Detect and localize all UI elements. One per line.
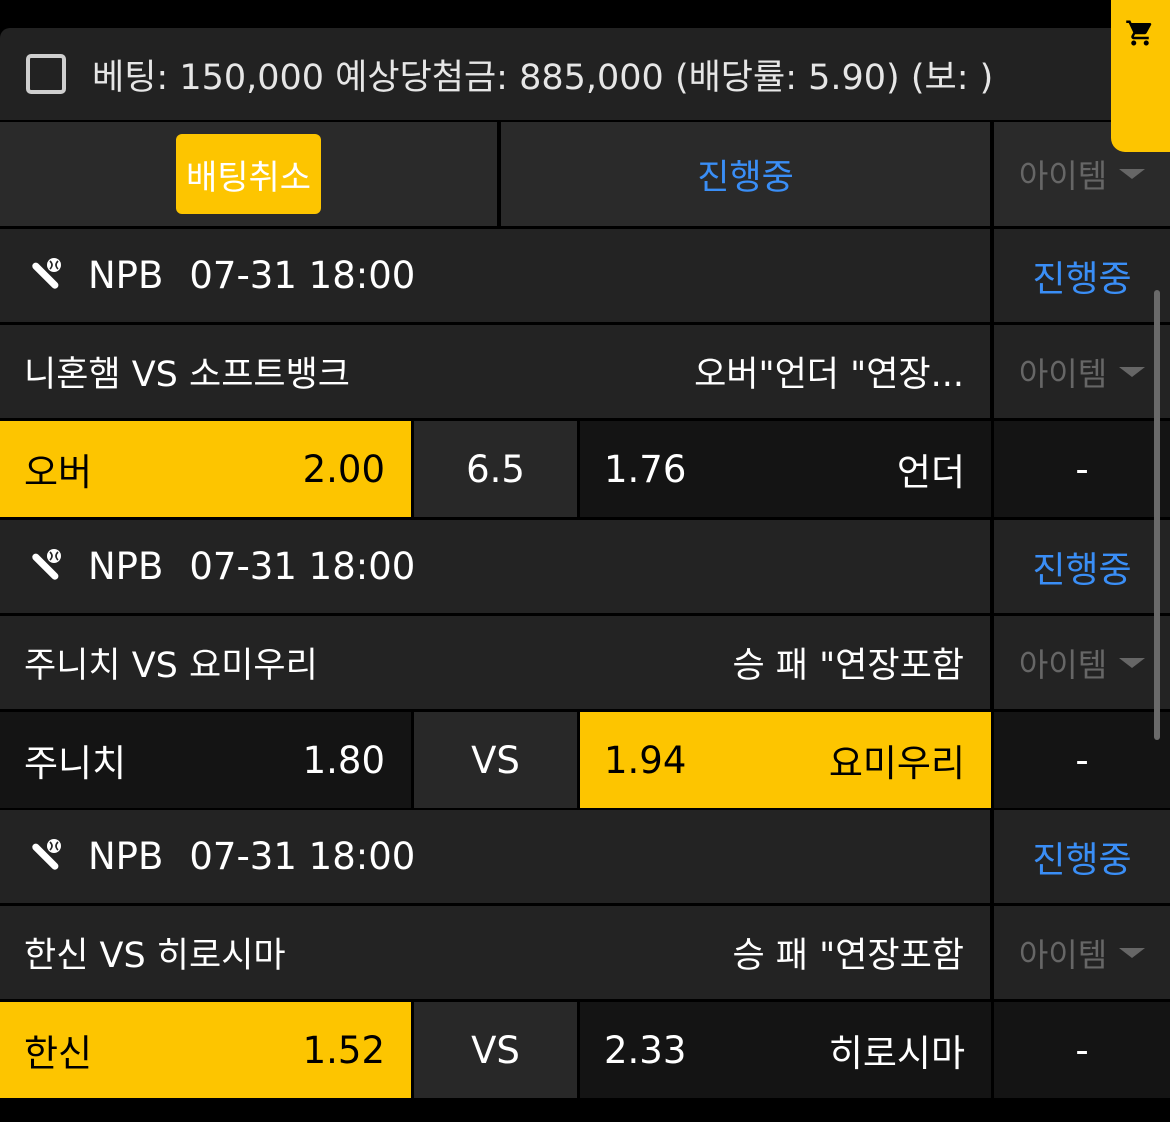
item-dropdown[interactable]: 아이템 — [994, 906, 1170, 999]
left-label: 주니치 — [24, 742, 127, 785]
chevron-down-icon — [1119, 947, 1146, 958]
odds-middle: VS — [414, 712, 577, 808]
right-label: 언더 — [896, 451, 965, 494]
bet-summary-text: 베팅: 150,000 예상당첨금: 885,000 (배당률: 5.90) (… — [92, 57, 994, 98]
baseball-icon — [32, 548, 61, 580]
odds-right-button[interactable]: 1.76 언더 — [580, 421, 991, 517]
odds-left-button[interactable]: 한신 1.52 — [0, 1002, 411, 1098]
item-dropdown[interactable]: 아이템 — [994, 325, 1170, 418]
item-dropdown-label: 아이템 — [1018, 645, 1108, 684]
game-header: NPB 07-31 18:00 진행중 — [0, 229, 1170, 322]
odds-left-button[interactable]: 주니치 1.80 — [0, 712, 411, 808]
game-status: 진행중 — [994, 810, 1170, 903]
game-header: NPB 07-31 18:00 진행중 — [0, 520, 1170, 613]
bet-status: 진행중 — [697, 157, 794, 198]
odds-row: 주니치 1.80 VS 1.94 요미우리 - — [0, 712, 1170, 808]
right-odds: 1.76 — [604, 447, 687, 491]
middle-value: VS — [471, 738, 520, 782]
game-datetime: 07-31 18:00 — [189, 835, 416, 878]
item-dropdown[interactable]: 아이템 — [994, 616, 1170, 709]
middle-value: VS — [471, 1028, 520, 1072]
bet-summary-bar: 베팅: 150,000 예상당첨금: 885,000 (배당률: 5.90) (… — [0, 28, 1170, 120]
league-name: NPB — [88, 545, 164, 588]
extra-value: - — [1075, 738, 1089, 782]
cancel-bet-button[interactable]: 배팅취소 — [176, 134, 321, 214]
league-name: NPB — [88, 254, 164, 297]
middle-value: 6.5 — [466, 447, 525, 491]
chevron-down-icon — [1119, 169, 1146, 179]
item-dropdown-label: 아이템 — [1018, 354, 1108, 393]
match-teams: 주니치 VS 요미우리 — [24, 646, 318, 686]
status-cell: 진행중 — [501, 122, 990, 226]
select-all-checkbox[interactable] — [26, 54, 66, 94]
market-type: 승 패 "연장포함 — [732, 646, 964, 686]
chevron-down-icon — [1119, 366, 1146, 377]
match-teams: 니혼햄 VS 소프트뱅크 — [24, 355, 351, 395]
left-odds: 2.00 — [302, 447, 385, 491]
game-datetime: 07-31 18:00 — [189, 545, 416, 588]
right-label: 히로시마 — [828, 1032, 965, 1075]
extra-value: - — [1075, 447, 1089, 491]
cart-tab[interactable] — [1111, 0, 1170, 152]
odds-right-button[interactable]: 1.94 요미우리 — [580, 712, 991, 808]
chevron-down-icon — [1119, 657, 1146, 668]
odds-extra: - — [994, 421, 1170, 517]
cancel-cell: 배팅취소 — [0, 122, 497, 226]
odds-right-button[interactable]: 2.33 히로시마 — [580, 1002, 991, 1098]
match-row: 한신 VS 히로시마 승 패 "연장포함 아이템 — [0, 906, 1170, 999]
left-label: 한신 — [24, 1032, 93, 1075]
scrollbar[interactable] — [1154, 290, 1160, 740]
game-status: 진행중 — [994, 229, 1170, 322]
odds-left-button[interactable]: 오버 2.00 — [0, 421, 411, 517]
left-label: 오버 — [24, 451, 93, 494]
match-row: 니혼햄 VS 소프트뱅크 오버"언더 "연장... 아이템 — [0, 325, 1170, 418]
right-odds: 2.33 — [604, 1028, 687, 1072]
market-type: 승 패 "연장포함 — [732, 936, 964, 976]
game-header: NPB 07-31 18:00 진행중 — [0, 810, 1170, 903]
right-label: 요미우리 — [828, 742, 965, 785]
item-dropdown-label: 아이템 — [1018, 157, 1108, 195]
league-name: NPB — [88, 835, 164, 878]
match-teams: 한신 VS 히로시마 — [24, 936, 286, 976]
left-odds: 1.80 — [302, 738, 385, 782]
odds-middle: 6.5 — [414, 421, 577, 517]
game-status: 진행중 — [994, 520, 1170, 613]
baseball-icon — [32, 257, 61, 289]
odds-middle: VS — [414, 1002, 577, 1098]
left-odds: 1.52 — [302, 1028, 385, 1072]
match-row: 주니치 VS 요미우리 승 패 "연장포함 아이템 — [0, 616, 1170, 709]
odds-row: 한신 1.52 VS 2.33 히로시마 - — [0, 1002, 1170, 1098]
right-odds: 1.94 — [604, 738, 687, 782]
extra-value: - — [1075, 1028, 1089, 1072]
odds-extra: - — [994, 1002, 1170, 1098]
game-datetime: 07-31 18:00 — [189, 254, 416, 297]
market-type: 오버"언더 "연장... — [694, 355, 964, 395]
baseball-icon — [32, 838, 61, 870]
bet-controls: 배팅취소 진행중 아이템 — [0, 122, 1170, 226]
cart-icon — [1126, 20, 1152, 46]
odds-row: 오버 2.00 6.5 1.76 언더 - — [0, 421, 1170, 517]
odds-extra: - — [994, 712, 1170, 808]
item-dropdown-label: 아이템 — [1018, 935, 1108, 974]
